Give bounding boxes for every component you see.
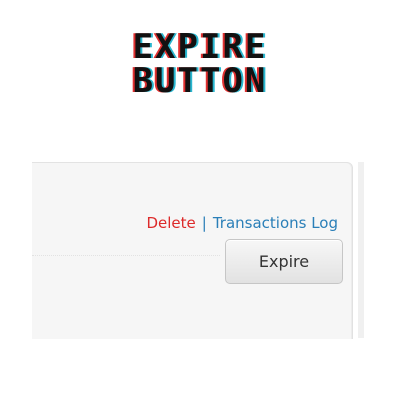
row-divider xyxy=(32,255,220,256)
banner-line-2: BUTTON xyxy=(132,61,268,101)
expire-button[interactable]: Expire xyxy=(225,239,343,284)
link-separator: | xyxy=(201,214,207,232)
transactions-log-link[interactable]: Transactions Log xyxy=(213,214,338,232)
panel-actions: Delete | Transactions Log xyxy=(146,213,338,233)
record-panel: Delete | Transactions Log Expire xyxy=(32,162,353,339)
banner-line-1: EXPIRE xyxy=(132,27,268,67)
delete-link[interactable]: Delete xyxy=(146,214,195,232)
banner-title: EXPIRE BUTTON xyxy=(0,30,400,98)
panel-shadow-edge xyxy=(358,162,364,338)
